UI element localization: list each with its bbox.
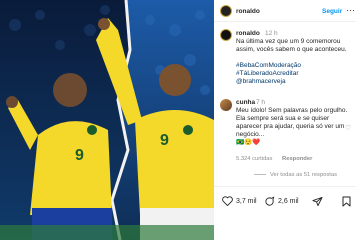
comment-avatar[interactable]: [220, 99, 232, 111]
reply-button[interactable]: Responder: [282, 156, 312, 162]
comment-username[interactable]: cunha: [236, 99, 255, 106]
caption-username[interactable]: ronaldo: [236, 30, 260, 37]
post-sidebar: ronaldo Seguir ··· ronaldo 12 h Na últim…: [214, 0, 356, 240]
heart-icon[interactable]: [222, 196, 233, 206]
comment-time: 7 h: [256, 99, 266, 106]
comment-bubble-icon[interactable]: [264, 196, 275, 207]
post-actions: 3,7 mil 2,6 mil: [214, 186, 356, 241]
hashtag-link[interactable]: #BebaComModeração: [236, 62, 354, 70]
author-avatar[interactable]: [220, 5, 232, 17]
comment-meta: 5.324 curtidas Responder: [236, 156, 312, 162]
comment-like-icon[interactable]: ♡: [345, 124, 351, 132]
photo-illustration: 9 9: [0, 0, 214, 240]
likes-count[interactable]: 3,7 mil: [236, 198, 257, 205]
share-icon[interactable]: [312, 196, 323, 207]
more-options-icon[interactable]: ···: [346, 5, 355, 15]
right-jersey-number: 9: [160, 132, 169, 149]
comment-emojis: 🇧🇷😌❤️: [236, 139, 261, 146]
bookmark-icon[interactable]: [342, 196, 351, 207]
comments-count[interactable]: 2,6 mil: [278, 198, 299, 205]
caption-text: Na última vez que um 9 comemorou assim, …: [236, 38, 347, 53]
left-jersey-number: 9: [75, 147, 84, 164]
comment-text-line: Ela sempre será sua e se quiser aparecer…: [236, 115, 345, 138]
post-header: ronaldo Seguir ···: [214, 0, 356, 22]
post-photo: 9 9: [0, 0, 214, 240]
author-username[interactable]: ronaldo: [236, 8, 260, 15]
comment-likes[interactable]: 5.324 curtidas: [236, 156, 272, 162]
follow-button[interactable]: Seguir: [322, 8, 342, 15]
mention-link[interactable]: @brahmacerveja: [236, 78, 354, 86]
caption-avatar[interactable]: [220, 29, 232, 41]
caption-hashtags: #BebaComModeração #TáLiberadoAcreditar @…: [236, 62, 354, 86]
comment-text-line: Meu ídolo! Sem palavras pelo orgulho.: [236, 107, 348, 114]
like-action[interactable]: 3,7 mil: [222, 196, 257, 206]
comment-action[interactable]: 2,6 mil: [264, 196, 299, 207]
caption-time: 12 h: [265, 30, 278, 37]
comment-text: Meu ídolo! Sem palavras pelo orgulho. El…: [236, 107, 350, 147]
see-replies-link[interactable]: Ver todas as 51 respostas: [254, 172, 337, 178]
hashtag-link[interactable]: #TáLiberadoAcreditar: [236, 70, 354, 78]
